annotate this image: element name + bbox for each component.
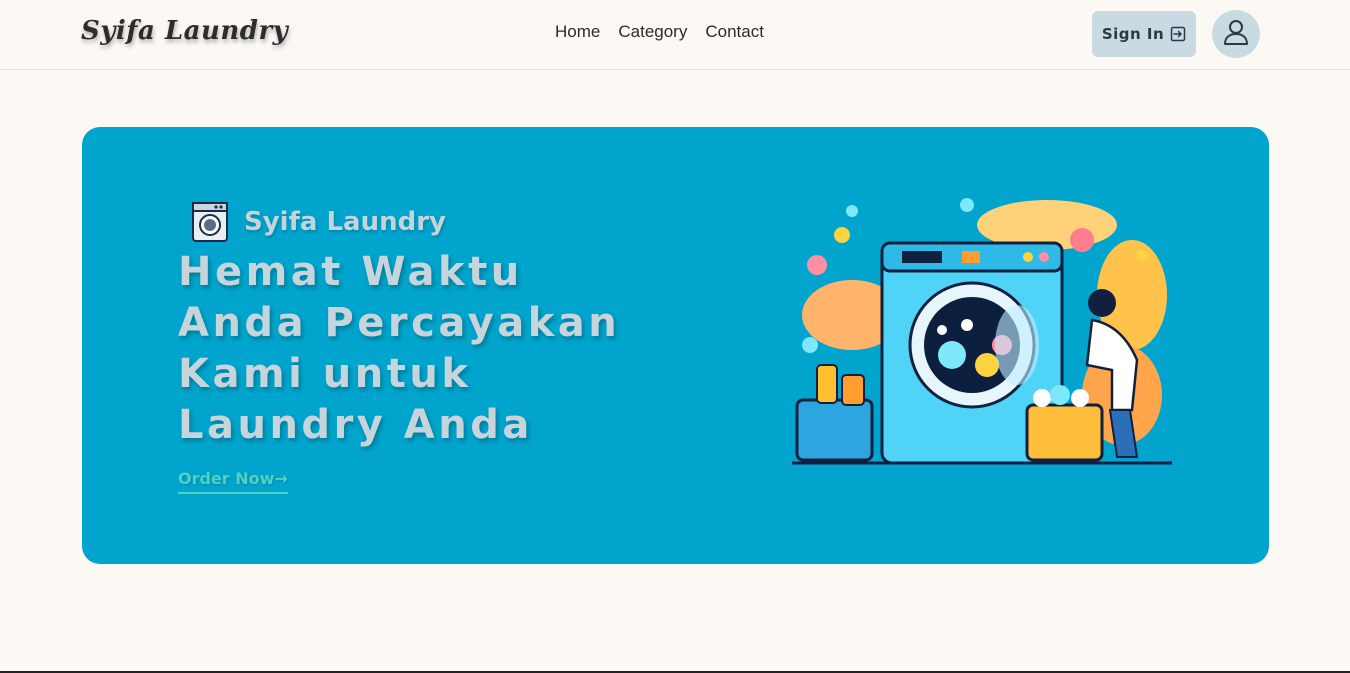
hero-brand: Syifa Laundry: [190, 201, 446, 243]
hero-title-line: Hemat Waktu: [178, 249, 523, 295]
nav-links: Home Category Contact: [555, 22, 764, 42]
user-avatar-button[interactable]: [1212, 10, 1260, 58]
nav-contact-link[interactable]: Contact: [705, 22, 764, 42]
nav-home-link[interactable]: Home: [555, 22, 600, 42]
hero-title: Hemat Waktu Anda Percayakan Kami untuk L…: [178, 247, 658, 451]
nav-category-link[interactable]: Category: [618, 22, 687, 42]
brand-logo[interactable]: Syifa Laundry: [81, 16, 288, 46]
order-now-link[interactable]: Order Now→: [178, 469, 288, 494]
sign-in-label: Sign In: [1101, 25, 1165, 43]
sign-in-button[interactable]: Sign In: [1092, 11, 1196, 57]
login-arrow-icon: [1170, 26, 1186, 42]
hero-banner: Syifa Laundry Hemat Waktu Anda Percayaka…: [82, 127, 1269, 564]
hero-title-line: Laundry Anda: [178, 402, 533, 448]
user-icon: [1222, 18, 1250, 50]
hero-title-line: Anda Percayakan: [178, 300, 621, 346]
laundry-illustration: [792, 195, 1172, 475]
hero-brand-label: Syifa Laundry: [244, 207, 447, 237]
navbar: Syifa Laundry Home Category Contact Sign…: [0, 0, 1350, 70]
hero-title-line: Kami untuk: [178, 351, 472, 397]
washing-machine-icon: [190, 201, 232, 243]
